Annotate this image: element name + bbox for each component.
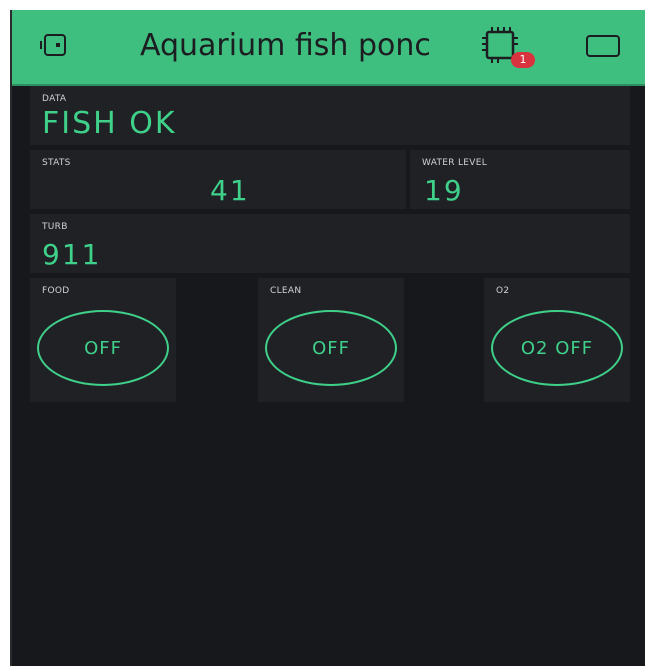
widget-label: TURB [42,222,68,232]
notification-badge: 1 [511,52,535,68]
widget-value: 41 [210,174,250,207]
widget-label: O2 [496,286,510,296]
widget-label: DATA [42,94,67,104]
food-toggle-button[interactable]: OFF [37,310,169,386]
widget-label: FOOD [42,286,70,296]
app-screen: Aquarium fish ponc 1 DATA FISH OK STATS [10,10,645,666]
top-bar: Aquarium fish ponc 1 [12,10,645,86]
data-display-widget[interactable]: DATA FISH OK [30,86,630,145]
stats-display-widget[interactable]: STATS 41 [30,150,406,209]
clean-button-widget: CLEAN OFF [258,278,404,402]
widget-value: 19 [424,174,464,207]
o2-button-widget: O2 O2 OFF [484,278,630,402]
widget-label: STATS [42,158,71,168]
food-button-widget: FOOD OFF [30,278,176,402]
water-level-display-widget[interactable]: WATER LEVEL 19 [410,150,630,209]
clean-toggle-button[interactable]: OFF [265,310,397,386]
widget-label: WATER LEVEL [422,158,488,168]
widget-value: 911 [42,238,102,271]
o2-toggle-button[interactable]: O2 OFF [491,310,623,386]
square-icon[interactable] [584,32,622,60]
widget-label: CLEAN [270,286,302,296]
project-title: Aquarium fish ponc [140,28,431,63]
widget-value: FISH OK [42,106,177,141]
turb-display-widget[interactable]: TURB 911 [30,214,630,273]
device-icon[interactable] [40,32,70,58]
